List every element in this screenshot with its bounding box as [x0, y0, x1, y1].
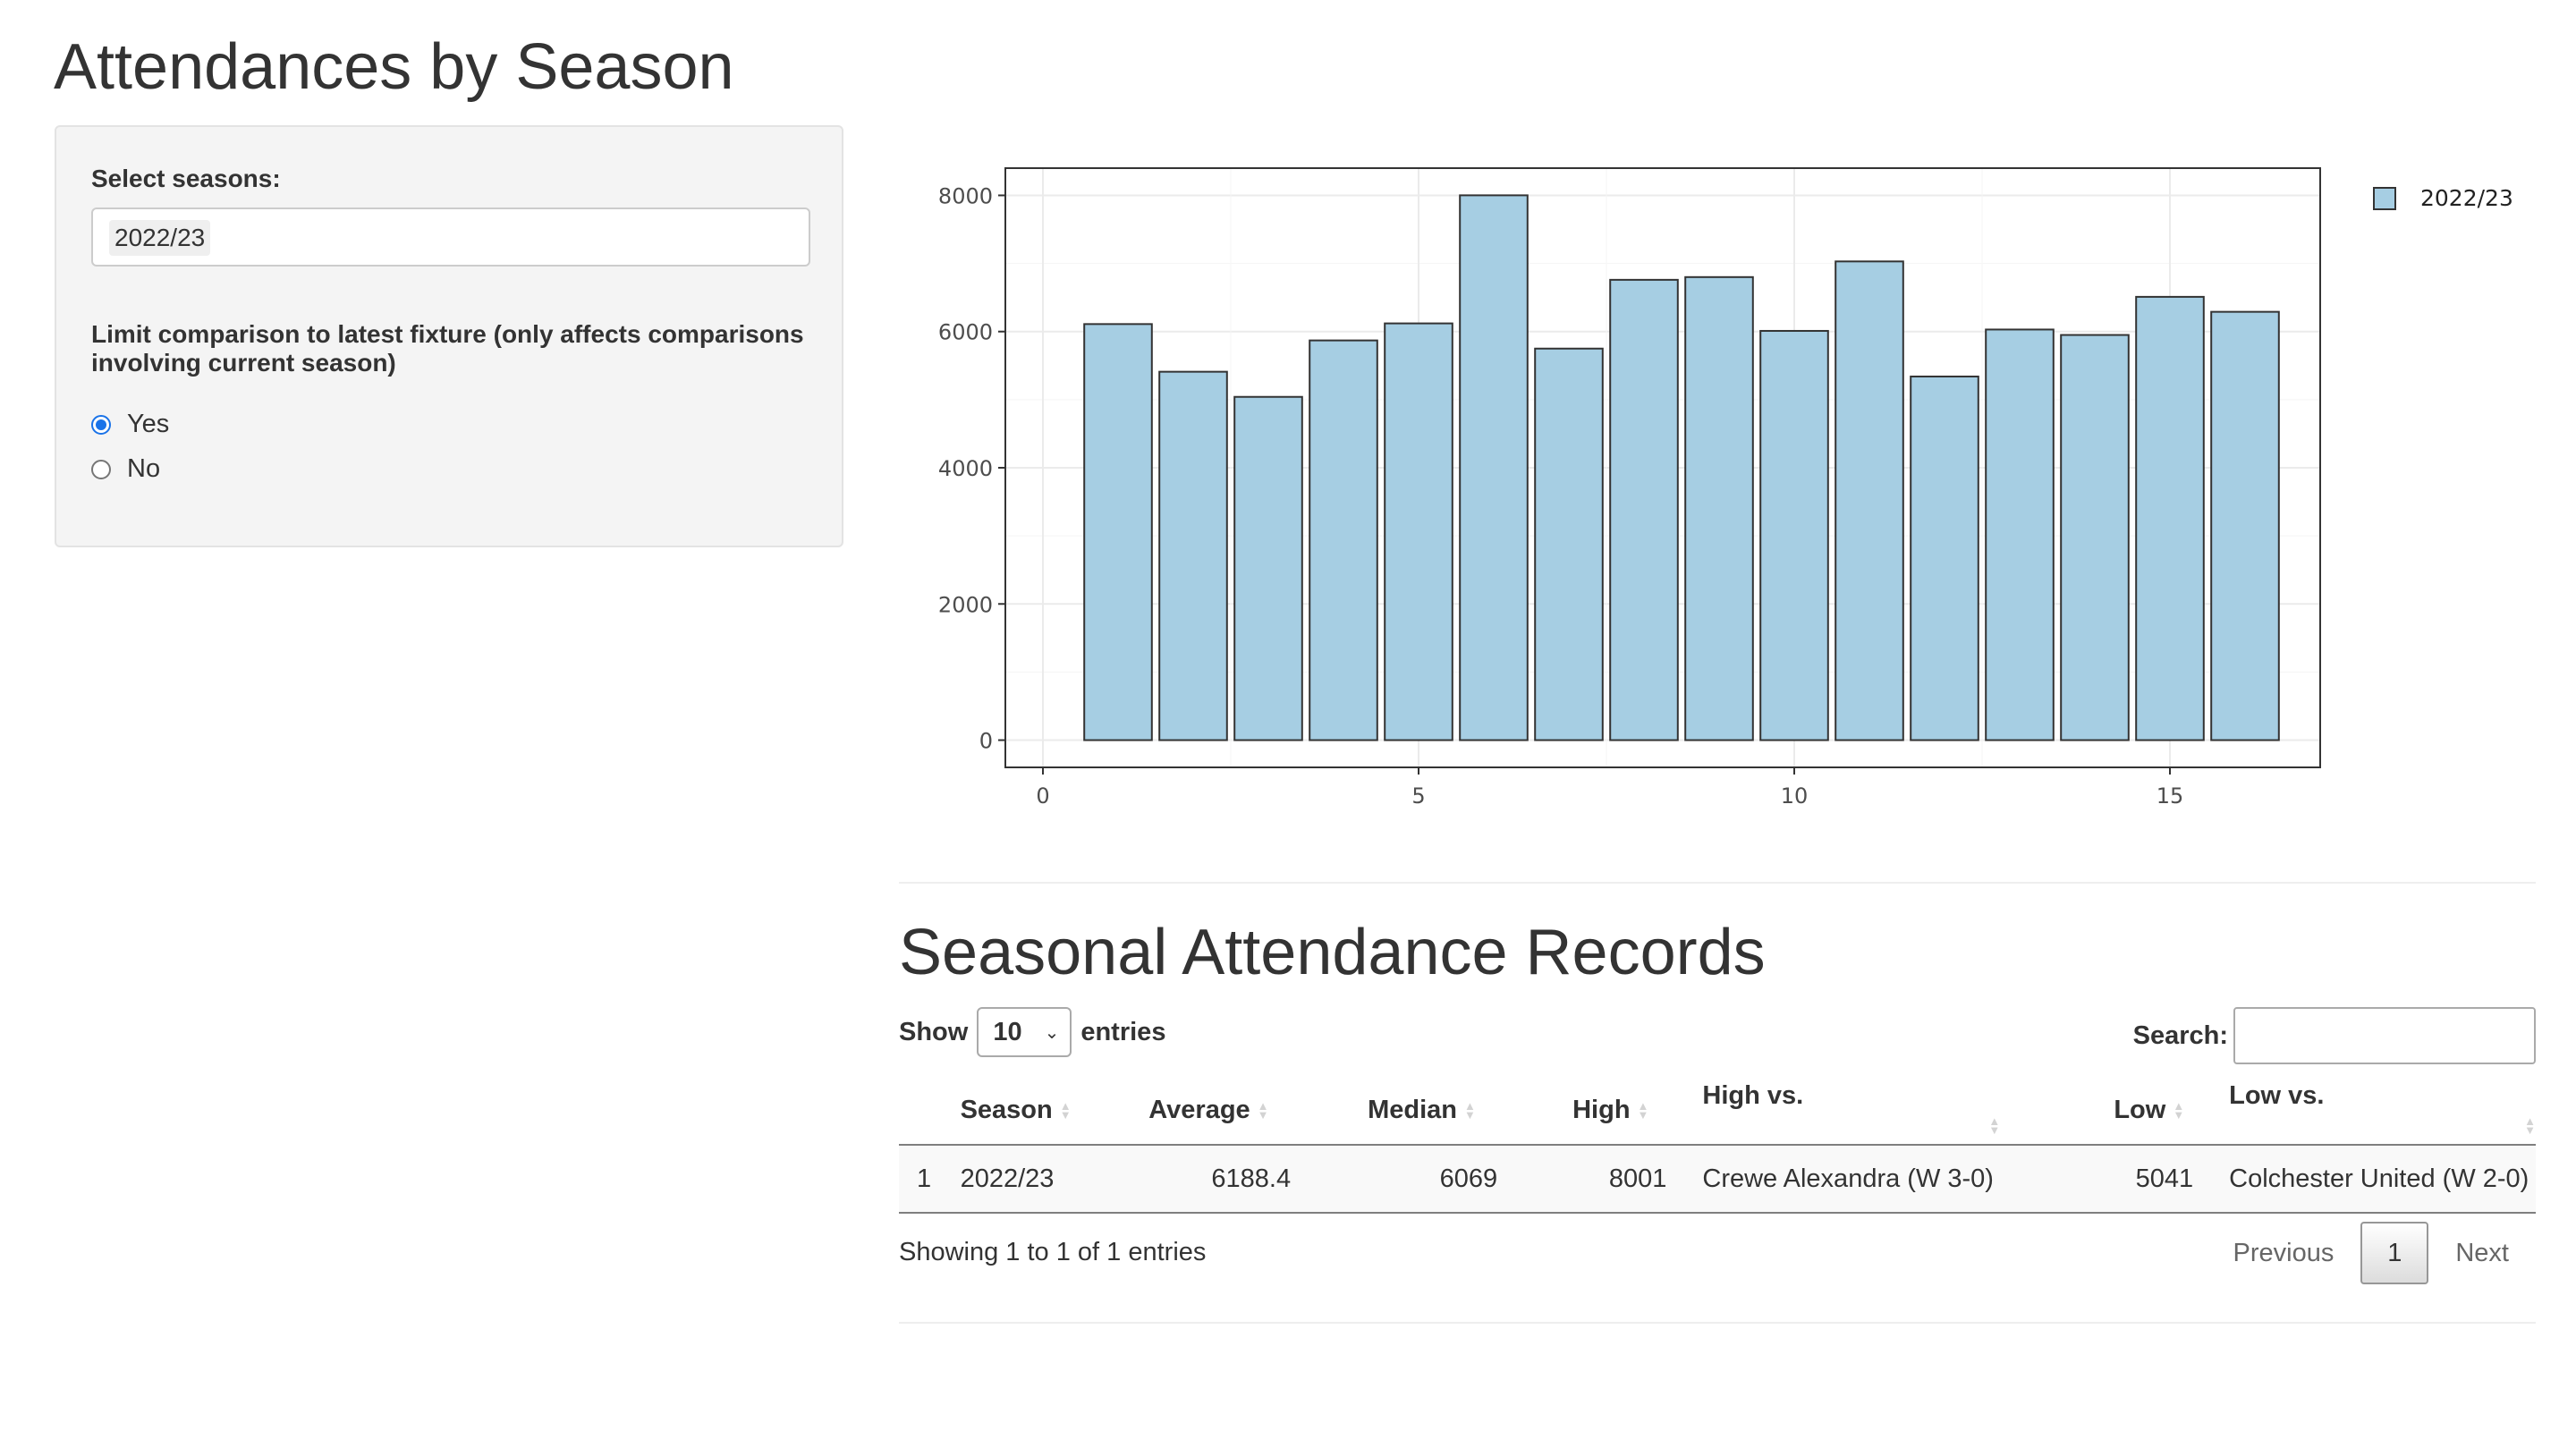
sidebar-panel: Select seasons: 2022/23 Limit comparison… [55, 125, 843, 547]
cell-low: 5041 [2060, 1145, 2212, 1214]
sort-icon: ▲ ▼ [1637, 1099, 1649, 1122]
entries-label: entries [1080, 1017, 1166, 1046]
y-tick-label: 8000 [938, 183, 993, 208]
col-median-header[interactable]: Median ▲ ▼ [1309, 1077, 1516, 1146]
col-high-label: High [1572, 1096, 1631, 1124]
previous-page-button[interactable]: Previous [2207, 1239, 2361, 1268]
bar [2060, 334, 2130, 741]
table-info: Showing 1 to 1 of 1 entries [899, 1238, 1207, 1266]
bar [1910, 375, 1979, 741]
cell-low-vs: Colchester United (W 2-0) [2211, 1145, 2536, 1214]
radio-no-label: No [127, 454, 161, 483]
cell-season: 2022/23 [960, 1145, 1110, 1214]
radio-no-button[interactable] [91, 459, 111, 479]
legend-label: 2022/23 [2420, 185, 2513, 211]
bar [1083, 323, 1153, 741]
col-high-vs-label: High vs. [1702, 1080, 1804, 1110]
cell-high: 8001 [1515, 1145, 1685, 1214]
page-title: Attendances by Season [54, 31, 734, 103]
col-average-label: Average [1148, 1096, 1250, 1124]
bar [2210, 310, 2280, 741]
bar [1384, 322, 1453, 741]
col-low-label: Low [2114, 1096, 2166, 1124]
col-high-header[interactable]: High ▲ ▼ [1515, 1077, 1685, 1146]
x-tick-label: 15 [2157, 783, 2184, 809]
bar [1309, 339, 1378, 741]
bar [1158, 370, 1228, 741]
x-tick-label: 0 [1036, 783, 1049, 809]
radio-yes-button[interactable] [91, 414, 111, 435]
y-tick-label: 6000 [938, 320, 993, 345]
col-season-header[interactable]: Season ▲ ▼ [960, 1077, 1110, 1146]
bar [1985, 328, 2055, 741]
radio-option-no[interactable]: No [91, 454, 160, 484]
y-tick-label: 4000 [938, 456, 993, 481]
bar [1759, 329, 1829, 741]
table-header-row: Season ▲ ▼ Average ▲ ▼ Median ▲ ▼ High ▲ ▼ High … [899, 1077, 2536, 1146]
cell-median: 6069 [1309, 1145, 1516, 1214]
table-search: Search: [2133, 1007, 2536, 1064]
attendance-bar-chart: 0 2000 4000 6000 8000 0 5 10 15 2022/23 [938, 167, 2513, 809]
col-low-header[interactable]: Low ▲ ▼ [2060, 1077, 2212, 1146]
col-median-label: Median [1368, 1096, 1458, 1124]
col-high-vs-header[interactable]: High vs. ▲ ▼ [1684, 1077, 2061, 1146]
select-seasons-label: Select seasons: [91, 165, 281, 192]
records-table: Season ▲ ▼ Average ▲ ▼ Median ▲ ▼ High ▲ ▼ High … [899, 1077, 2536, 1214]
season-select-input[interactable]: 2022/23 [91, 207, 810, 267]
current-page-button[interactable]: 1 [2360, 1222, 2429, 1284]
selected-season-chip[interactable]: 2022/23 [109, 220, 211, 256]
pagination: Previous 1 Next [2207, 1222, 2536, 1284]
legend-swatch [2373, 187, 2396, 210]
next-page-button[interactable]: Next [2428, 1239, 2536, 1268]
y-tick-label: 2000 [938, 592, 993, 617]
bar [1534, 347, 1604, 741]
sort-icon: ▲ ▼ [1988, 1113, 2001, 1137]
cell-high-vs: Crewe Alexandra (W 3-0) [1684, 1145, 2061, 1214]
cell-index: 1 [899, 1145, 961, 1214]
radio-yes-label: Yes [127, 410, 170, 438]
limit-comparison-label: Limit comparison to latest fixture (only… [91, 320, 804, 377]
records-title: Seasonal Attendance Records [899, 917, 1766, 988]
col-season-label: Season [960, 1096, 1053, 1124]
col-low-vs-label: Low vs. [2229, 1080, 2325, 1110]
x-tick-label: 10 [1781, 783, 1809, 809]
bar [1684, 275, 1754, 741]
bar [2135, 295, 2205, 741]
bar [1233, 395, 1303, 741]
table-row[interactable]: 1 2022/23 6188.4 6069 8001 Crewe Alexand… [899, 1145, 2536, 1214]
sort-icon: ▲ ▼ [2524, 1113, 2536, 1137]
bar [1835, 260, 1904, 741]
cell-average: 6188.4 [1109, 1145, 1309, 1214]
divider-top [899, 882, 2536, 884]
entries-select-value: 10 [993, 1017, 1022, 1046]
chevron-down-icon: ⌄ [1044, 1022, 1060, 1043]
sort-icon: ▲ ▼ [1257, 1099, 1269, 1122]
divider-bottom [899, 1322, 2536, 1324]
entries-select[interactable]: 10 ⌄ [977, 1007, 1072, 1057]
radio-option-yes[interactable]: Yes [91, 410, 169, 439]
sort-icon: ▲ ▼ [2173, 1099, 2185, 1122]
bar [1459, 194, 1529, 741]
col-index-header [899, 1077, 961, 1146]
search-input[interactable] [2233, 1007, 2536, 1064]
col-low-vs-header[interactable]: Low vs. ▲ ▼ [2211, 1077, 2536, 1146]
bar [1609, 278, 1679, 741]
show-label: Show [899, 1017, 969, 1046]
sort-icon: ▲ ▼ [1464, 1099, 1476, 1122]
search-label: Search: [2132, 1020, 2228, 1050]
col-average-header[interactable]: Average ▲ ▼ [1109, 1077, 1309, 1146]
entries-length-control: Show 10 ⌄ entries [899, 1007, 1165, 1057]
x-tick-label: 5 [1411, 783, 1425, 809]
y-tick-label: 0 [979, 729, 993, 754]
sort-icon: ▲ ▼ [1059, 1099, 1072, 1122]
